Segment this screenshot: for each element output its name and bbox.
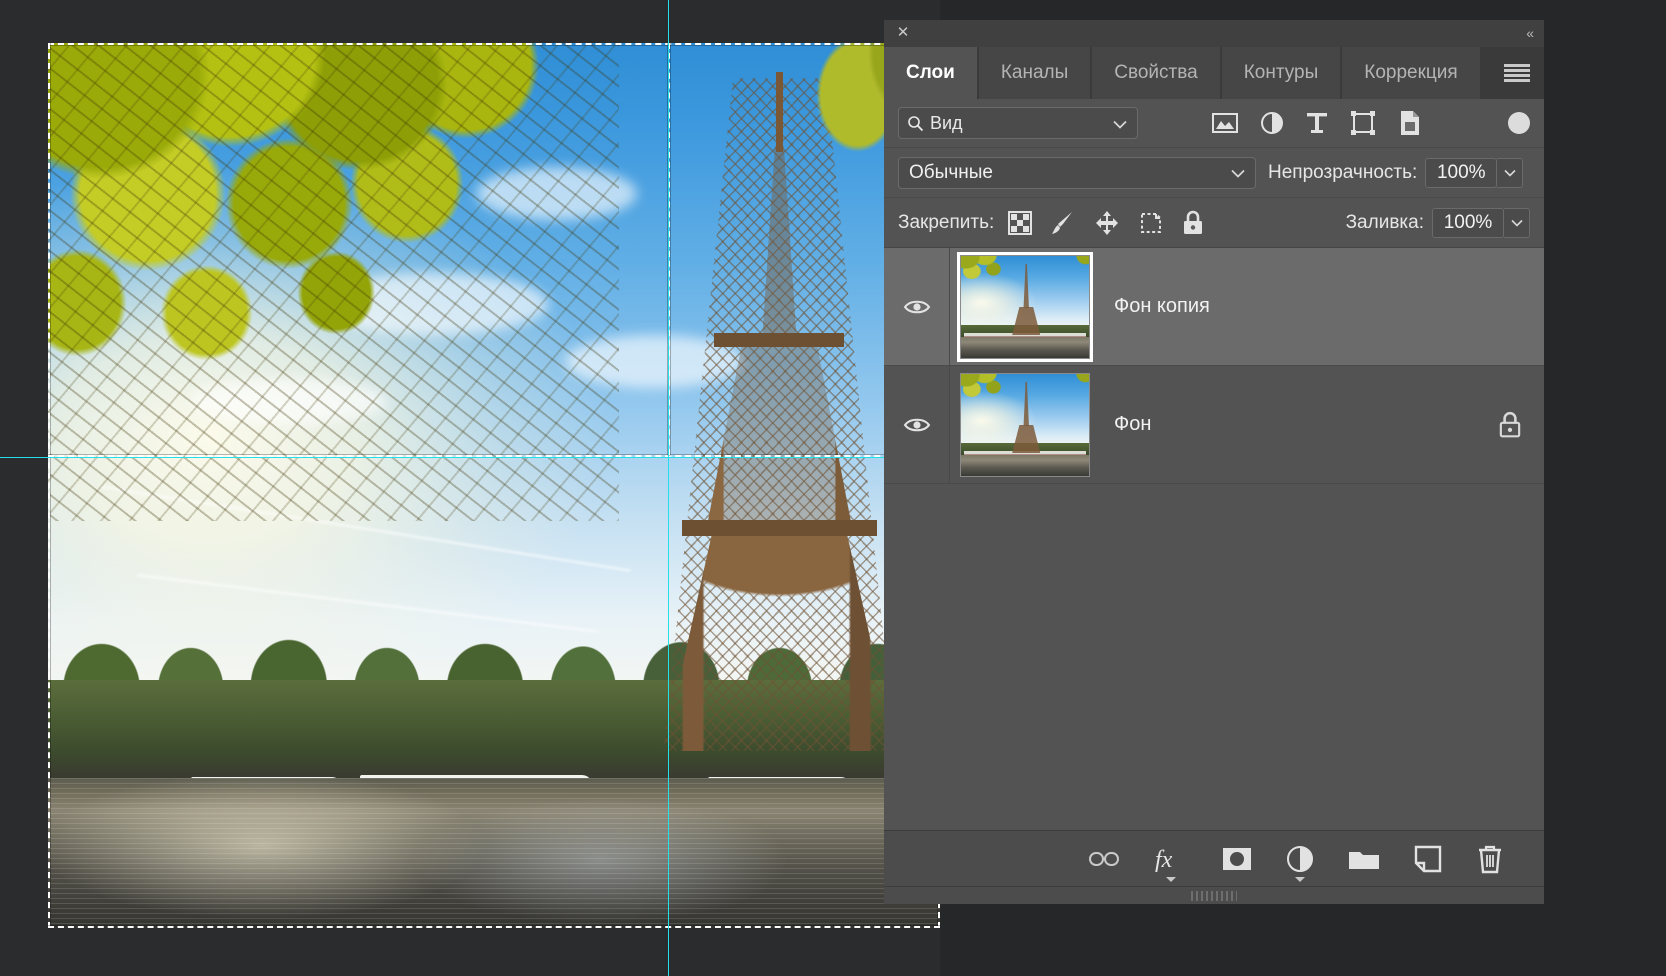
lock-icon-group bbox=[1008, 210, 1204, 236]
panel-resize-handle[interactable] bbox=[884, 886, 1544, 904]
tab-label: Контуры bbox=[1244, 62, 1319, 84]
pixel-filter-icon[interactable] bbox=[1212, 112, 1238, 134]
opacity-stepper-icon[interactable] bbox=[1497, 158, 1523, 188]
link-layers-button[interactable] bbox=[1088, 849, 1120, 869]
resize-grip-icon bbox=[1191, 891, 1237, 901]
tab-label: Слои bbox=[906, 62, 955, 84]
adjustment-filter-icon[interactable] bbox=[1260, 111, 1284, 135]
chevron-down-icon bbox=[1113, 113, 1127, 134]
search-icon bbox=[907, 115, 924, 132]
fill-stepper-icon[interactable] bbox=[1504, 208, 1530, 238]
fill-label: Заливка: bbox=[1346, 212, 1424, 234]
adjustment-icon bbox=[1286, 845, 1314, 873]
selection-marquee-top bbox=[48, 43, 940, 45]
type-filter-icon[interactable] bbox=[1306, 111, 1328, 135]
lock-position-icon[interactable] bbox=[1094, 210, 1120, 236]
eye-icon[interactable] bbox=[903, 415, 931, 435]
trash-icon bbox=[1476, 844, 1504, 874]
collapse-panel-icon[interactable]: « bbox=[1526, 24, 1532, 42]
eiffel-tower-photo bbox=[48, 43, 940, 928]
tab-channels[interactable]: Каналы bbox=[979, 47, 1090, 99]
document-canvas-area[interactable] bbox=[0, 0, 940, 976]
layer-name[interactable]: Фон копия bbox=[1114, 295, 1522, 318]
filter-enable-toggle[interactable] bbox=[1508, 112, 1530, 134]
new-layer-icon bbox=[1414, 845, 1442, 873]
blend-mode-value: Обычные bbox=[909, 162, 993, 184]
selection-marquee-left bbox=[48, 43, 50, 928]
vertical-guide[interactable] bbox=[668, 0, 669, 976]
layer-thumbnail[interactable] bbox=[960, 373, 1090, 477]
delete-layer-button[interactable] bbox=[1476, 844, 1504, 874]
layer-visibility-cell bbox=[884, 248, 950, 365]
filter-row: Вид bbox=[884, 99, 1544, 147]
tower-second-deck bbox=[714, 333, 844, 348]
thumbnail-image bbox=[961, 374, 1089, 476]
shape-filter-icon[interactable] bbox=[1350, 111, 1376, 135]
panel-tabbar: Слои Каналы Свойства Контуры Коррекция bbox=[884, 47, 1544, 99]
layer-style-button[interactable]: fx bbox=[1154, 845, 1188, 873]
horizontal-guide[interactable] bbox=[0, 457, 940, 458]
blend-mode-select[interactable]: Обычные bbox=[898, 157, 1256, 189]
tab-adjustments[interactable]: Коррекция bbox=[1342, 47, 1479, 99]
layer-name[interactable]: Фон bbox=[1114, 413, 1498, 436]
layer-lock-indicator bbox=[1498, 411, 1522, 439]
tab-label: Каналы bbox=[1001, 62, 1068, 84]
layer-thumbnail[interactable] bbox=[960, 255, 1090, 359]
tab-properties[interactable]: Свойства bbox=[1092, 47, 1219, 99]
fx-icon: fx bbox=[1154, 845, 1188, 873]
layer-thumbnail-cell bbox=[950, 255, 1090, 359]
new-group-button[interactable] bbox=[1348, 847, 1380, 871]
thumbnail-image bbox=[961, 256, 1089, 358]
layer-list[interactable]: Фон копия bbox=[884, 247, 1544, 830]
link-icon bbox=[1088, 849, 1120, 869]
mask-icon bbox=[1222, 847, 1252, 871]
lock-icon bbox=[1498, 411, 1522, 439]
new-fill-adjustment-button[interactable] bbox=[1286, 845, 1314, 873]
layers-panel[interactable]: ✕ « Слои Каналы Свойства Контуры Коррекц… bbox=[884, 20, 1544, 886]
table-row[interactable]: Фон bbox=[884, 366, 1544, 484]
chevron-down-icon bbox=[1231, 162, 1245, 184]
svg-text:fx: fx bbox=[1155, 847, 1173, 873]
panel-menu-icon[interactable] bbox=[1504, 64, 1530, 82]
workspace-background bbox=[1544, 0, 1666, 976]
fill-input[interactable]: 100% bbox=[1432, 208, 1504, 238]
tower-first-deck bbox=[682, 520, 877, 536]
lock-label: Закрепить: bbox=[898, 212, 994, 234]
document-image[interactable] bbox=[48, 43, 940, 928]
add-layer-mask-button[interactable] bbox=[1222, 847, 1252, 871]
eye-icon[interactable] bbox=[903, 297, 931, 317]
new-layer-button[interactable] bbox=[1414, 845, 1442, 873]
lock-all-icon[interactable] bbox=[1182, 210, 1204, 236]
folder-icon bbox=[1348, 847, 1380, 871]
photoshop-window: ✕ « Слои Каналы Свойства Контуры Коррекц… bbox=[0, 0, 1666, 976]
lock-image-pixels-icon[interactable] bbox=[1050, 210, 1076, 236]
lock-row: Закрепить: bbox=[884, 197, 1544, 247]
layer-visibility-cell bbox=[884, 366, 950, 483]
panel-titlebar: ✕ « bbox=[884, 20, 1544, 47]
tree-foliage-left bbox=[48, 43, 619, 521]
filter-type-select[interactable]: Вид bbox=[898, 107, 1138, 139]
filter-select-value: Вид bbox=[930, 113, 963, 134]
tab-label: Коррекция bbox=[1364, 62, 1457, 84]
close-icon[interactable]: ✕ bbox=[894, 24, 912, 42]
layer-thumbnail-cell bbox=[950, 373, 1090, 477]
tab-layers[interactable]: Слои bbox=[884, 47, 977, 99]
opacity-label: Непрозрачность: bbox=[1268, 162, 1417, 184]
lock-transparent-pixels-icon[interactable] bbox=[1008, 211, 1032, 235]
blend-mode-row: Обычные Непрозрачность: 100% bbox=[884, 147, 1544, 197]
smart-object-filter-icon[interactable] bbox=[1398, 110, 1422, 136]
layers-panel-footer: fx bbox=[884, 830, 1544, 886]
tab-label: Свойства bbox=[1114, 62, 1197, 84]
filter-icon-group bbox=[1212, 110, 1422, 136]
lock-artboard-nesting-icon[interactable] bbox=[1138, 210, 1164, 236]
seine-river bbox=[48, 778, 940, 928]
selection-marquee-bottom bbox=[48, 926, 940, 928]
tab-paths[interactable]: Контуры bbox=[1222, 47, 1341, 99]
opacity-input[interactable]: 100% bbox=[1425, 158, 1497, 188]
table-row[interactable]: Фон копия bbox=[884, 248, 1544, 366]
